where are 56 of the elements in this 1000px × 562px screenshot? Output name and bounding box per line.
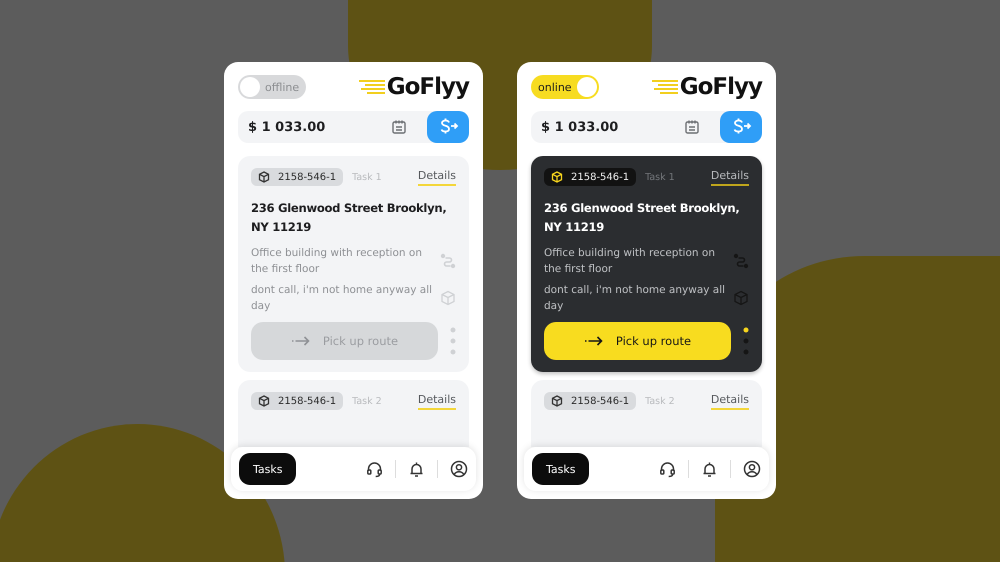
balance-amount: $ 1 033.00: [541, 120, 620, 134]
task-code-tag: 2158-546-1: [251, 168, 344, 186]
payout-button[interactable]: [427, 111, 469, 143]
arrow-icon: [290, 336, 311, 346]
bell-icon[interactable]: [408, 460, 425, 478]
task-number: Task 2: [352, 396, 383, 406]
logo-text: GoFlyy: [386, 74, 469, 100]
receipt-icon[interactable]: [684, 119, 700, 135]
tasks-tab[interactable]: Tasks: [532, 453, 590, 485]
task-note: dont call, i'm not home anyway all day: [251, 283, 434, 314]
task-note: Office building with reception on the first floor: [251, 246, 423, 277]
speed-lines-icon: [650, 77, 680, 97]
route-icon: [440, 253, 456, 269]
pager-dots-icon: [450, 326, 456, 356]
task-card[interactable]: 2158-546-1 Task 1 Details 236 Glenwood Street Brooklyn, NY 11219 Office building with reception on the first floor dont call, i'm not home anyway all day Pick up route: [531, 156, 762, 372]
headset-icon[interactable]: [659, 460, 676, 478]
route-icon: [733, 253, 749, 269]
status-label: online: [538, 80, 572, 94]
task-number: Task 1: [352, 172, 383, 182]
task-number: Task 2: [645, 396, 676, 406]
balance-amount: $ 1 033.00: [248, 120, 326, 134]
task-code-tag: 2158-546-1: [251, 392, 344, 410]
task-code-tag: 2158-546-1: [544, 168, 636, 186]
user-icon[interactable]: [743, 460, 761, 478]
details-link[interactable]: Details: [710, 168, 749, 186]
pick-up-route-button[interactable]: Pick up route: [544, 322, 731, 360]
task-code-tag: 2158-546-1: [544, 392, 636, 410]
pager-dots-icon: [743, 326, 749, 356]
package-icon: [258, 395, 270, 407]
task-card[interactable]: 2158-546-1 Task 2 Details: [238, 380, 469, 447]
arrow-icon: [584, 336, 604, 346]
speed-lines-icon: [356, 77, 387, 97]
task-card[interactable]: 2158-546-1 Task 2 Details: [531, 380, 762, 447]
headset-icon[interactable]: [366, 460, 383, 478]
bell-icon[interactable]: [701, 460, 718, 478]
task-note: dont call, i'm not home anyway all day: [544, 283, 726, 314]
details-link[interactable]: Details: [710, 392, 749, 410]
user-icon[interactable]: [450, 460, 468, 478]
task-address: 236 Glenwood Street Brooklyn, NY 11219: [251, 200, 448, 236]
status-toggle[interactable]: online: [531, 75, 599, 99]
task-card[interactable]: 2158-546-1 Task 1 Details 236 Glenwood Street Brooklyn, NY 11219 Office building with reception on the first floor dont call, i'm not home anyway all day Pick up route: [238, 156, 469, 372]
package-icon: [551, 395, 563, 407]
tasks-tab[interactable]: Tasks: [239, 453, 296, 485]
logo-text: GoFlyy: [680, 74, 762, 100]
details-link[interactable]: Details: [418, 392, 456, 410]
status-label: offline: [265, 80, 300, 94]
cube-icon: [733, 290, 749, 306]
details-link[interactable]: Details: [418, 168, 456, 186]
task-number: Task 1: [645, 172, 676, 182]
task-address: 236 Glenwood Street Brooklyn, NY 11219: [544, 200, 740, 236]
package-icon: [551, 171, 563, 183]
task-note: Office building with reception on the first floor: [544, 246, 716, 277]
payout-button[interactable]: [720, 111, 762, 143]
package-icon: [258, 171, 270, 183]
cube-icon: [440, 290, 456, 306]
receipt-icon[interactable]: [391, 119, 407, 135]
